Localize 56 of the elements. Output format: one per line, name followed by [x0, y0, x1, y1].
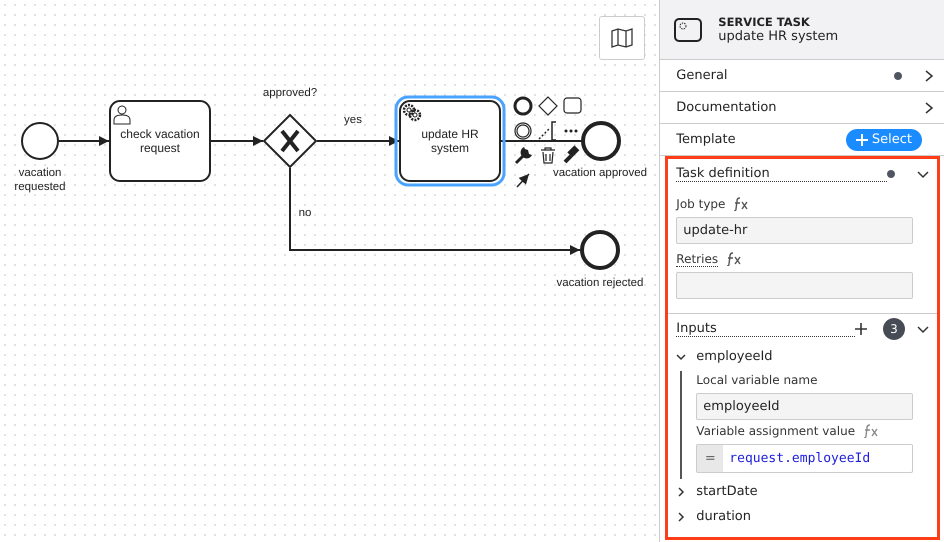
exclusive-gateway [262, 114, 318, 168]
text-field[interactable]: update-hr [676, 217, 913, 244]
element-name: update HR system [718, 29, 838, 44]
start-event [21, 122, 59, 160]
arrow-icon[interactable] [516, 174, 530, 188]
more-icon[interactable] [564, 130, 578, 132]
user-icon [114, 106, 130, 124]
intermediate-event-icon[interactable] [514, 122, 532, 140]
group-header[interactable]: Task definition [668, 159, 937, 189]
field-label: Variable assignment value [696, 424, 856, 438]
fx-icon[interactable] [863, 424, 880, 438]
chevron-icon [924, 70, 934, 82]
element-type: SERVICE TASK [718, 15, 811, 29]
plus-icon [856, 134, 868, 146]
gear-icon [402, 104, 422, 122]
end-event-icon[interactable] [514, 96, 532, 116]
element-label: vacation requested [14, 167, 66, 193]
field-label: Local variable name [696, 373, 818, 387]
element-label: check vacation request [120, 127, 200, 155]
expression-field[interactable]: = request.employeeId [696, 444, 913, 473]
count-badge: 3 [883, 318, 905, 340]
text-field[interactable] [676, 272, 913, 299]
template-label: Template [676, 132, 737, 147]
group-header[interactable]: Documentation [660, 92, 944, 124]
annotation-icon[interactable] [551, 121, 556, 141]
element-label: approved? [262, 87, 318, 99]
fx-icon[interactable] [726, 252, 742, 266]
text-field[interactable]: employeeId [696, 393, 913, 420]
element-label: no [298, 207, 312, 219]
gateway-icon[interactable] [538, 96, 558, 116]
group-header[interactable]: Inputs 3 [668, 314, 937, 344]
plus-icon[interactable] [855, 323, 867, 335]
end-event [580, 230, 620, 270]
minimap-button[interactable] [599, 16, 645, 60]
field-label: Retries [676, 252, 718, 266]
wrench-icon[interactable] [514, 147, 532, 164]
sequence-flow [59, 136, 109, 146]
service-task-icon [674, 16, 702, 44]
input-item-header[interactable]: employeeId [676, 344, 913, 369]
element-label: vacation approved [553, 167, 647, 179]
chevron-icon [924, 102, 934, 114]
element-label: yes [344, 114, 362, 126]
element-label: update HR system [421, 127, 479, 155]
element-label: vacation rejected [556, 277, 644, 289]
field-label: Job type [676, 197, 726, 211]
fx-icon[interactable] [733, 197, 750, 211]
task-icon[interactable] [563, 97, 582, 114]
group-header[interactable]: General [660, 60, 944, 92]
end-event [581, 121, 621, 161]
connect-icon[interactable] [538, 128, 550, 140]
input-item-header[interactable]: startDate [676, 479, 913, 504]
sequence-flow [211, 136, 263, 146]
input-item-header[interactable]: duration [676, 504, 913, 529]
paintbrush-icon[interactable] [564, 145, 580, 164]
map-icon [611, 28, 633, 48]
trash-icon[interactable] [540, 147, 556, 164]
